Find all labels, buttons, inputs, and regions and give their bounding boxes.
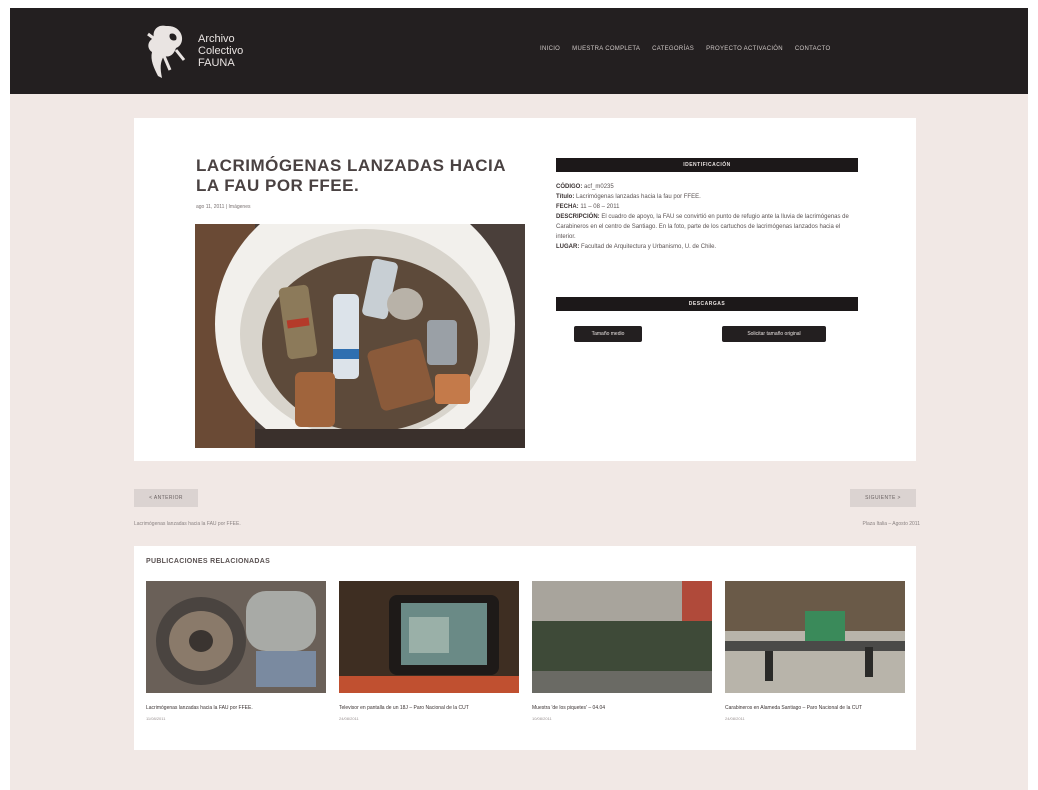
description-row: DESCRIPCIÓN: El cuadro de apoyo, la FAU … [556,212,858,242]
related-posts-title: PUBLICACIONES RELACIONADAS [146,558,271,565]
place-label: LUGAR: [556,244,580,250]
post-image[interactable] [195,224,525,448]
downloads-header: DESCARGAS [556,297,858,311]
title-value: Lacrimógenas lanzadas hacia la fau por F… [576,194,701,200]
related-caption[interactable]: Televisor en pantalla de un 18J – Paro N… [339,705,519,712]
title-row: Título: Lacrimógenas lanzadas hacia la f… [556,192,858,202]
post-title: LACRIMÓGENAS LANZADAS HACIA LA FAU POR F… [196,156,506,195]
canister-closeup-photo [146,581,326,693]
title-label: Título: [556,194,575,200]
nav-muestra-completa[interactable]: MUESTRA COMPLETA [572,46,640,52]
related-date: 24/08/2011 [339,716,359,721]
date-row: FECHA: 11 – 08 – 2011 [556,202,858,212]
description-label: DESCRIPCIÓN: [556,214,600,220]
related-date: 10/08/2011 [532,716,552,721]
tear-gas-canisters-photo [195,224,525,448]
related-caption[interactable]: Lacrimógenas lanzadas hacia la FAU por F… [146,705,326,712]
related-thumbnail[interactable] [146,581,326,693]
logo-text: Archivo Colectivo FAUNA [198,33,243,69]
next-post-title[interactable]: Plaza Italia – Agosto 2011 [810,521,920,527]
code-value: acf_m0235 [584,184,614,190]
nav-contacto[interactable]: CONTACTO [795,46,831,52]
previous-post-button[interactable]: < ANTERIOR [134,489,198,507]
site-header: Archivo Colectivo FAUNA INICIO MUESTRA C… [10,8,1028,94]
main-nav: INICIO MUESTRA COMPLETA CATEGORÍAS PROYE… [540,46,842,52]
related-posts: PUBLICACIONES RELACIONADAS Lacrimógenas … [134,546,916,750]
request-original-button[interactable]: Solicitar tamaño original [722,326,826,342]
related-thumbnail[interactable] [725,581,905,693]
code-row: CÓDIGO: acf_m0235 [556,182,858,192]
logo-line-2: Colectivo [198,45,244,57]
related-thumbnail[interactable] [532,581,712,693]
related-date: 11/08/2011 [146,716,166,721]
street-scene-photo [725,581,905,693]
download-medium-button[interactable]: Tamaño medio [574,326,642,342]
date-label: FECHA: [556,204,579,210]
related-caption[interactable]: Muestra 'de los piquetes' – 04.04 [532,705,712,712]
code-label: CÓDIGO: [556,184,583,190]
previous-post-title[interactable]: Lacrimógenas lanzadas hacia la FAU por F… [134,521,241,527]
identification-details: CÓDIGO: acf_m0235 Título: Lacrimógenas l… [556,182,858,252]
television-photo [339,581,519,693]
nav-proyecto-activacion[interactable]: PROYECTO ACTIVACIÓN [706,46,783,52]
nav-inicio[interactable]: INICIO [540,46,560,52]
related-item[interactable]: Carabineros en Alameda Santiago – Paro N… [725,581,905,721]
browser-top-strip [0,0,1038,8]
related-item[interactable]: Televisor en pantalla de un 18J – Paro N… [339,581,519,721]
related-item[interactable]: Muestra 'de los piquetes' – 04.04 10/08/… [532,581,712,721]
place-value: Facultad de Arquitectura y Urbanismo, U.… [581,244,717,250]
date-value: 11 – 08 – 2011 [580,204,620,210]
related-caption[interactable]: Carabineros en Alameda Santiago – Paro N… [725,705,905,712]
description-value: El cuadro de apoyo, la FAU se convirtió … [556,214,849,240]
identification-header: IDENTIFICACIÓN [556,158,858,172]
nav-categorias[interactable]: CATEGORÍAS [652,46,694,52]
logo-line-1: Archivo [198,33,235,45]
page: Archivo Colectivo FAUNA INICIO MUESTRA C… [10,8,1028,790]
place-row: LUGAR: Facultad de Arquitectura y Urbani… [556,242,858,252]
post-meta: ago 11, 2011 | Imágenes [196,204,251,210]
next-post-button[interactable]: SIGUIENTE > [850,489,916,507]
related-date: 24/08/2011 [725,716,745,721]
post-card: LACRIMÓGENAS LANZADAS HACIA LA FAU POR F… [134,118,916,461]
site-logo[interactable]: Archivo Colectivo FAUNA [140,20,270,82]
logo-line-3: FAUNA [198,57,235,69]
fauna-logo-icon [147,25,186,78]
police-line-photo [532,581,712,693]
related-item[interactable]: Lacrimógenas lanzadas hacia la FAU por F… [146,581,326,721]
related-thumbnail[interactable] [339,581,519,693]
